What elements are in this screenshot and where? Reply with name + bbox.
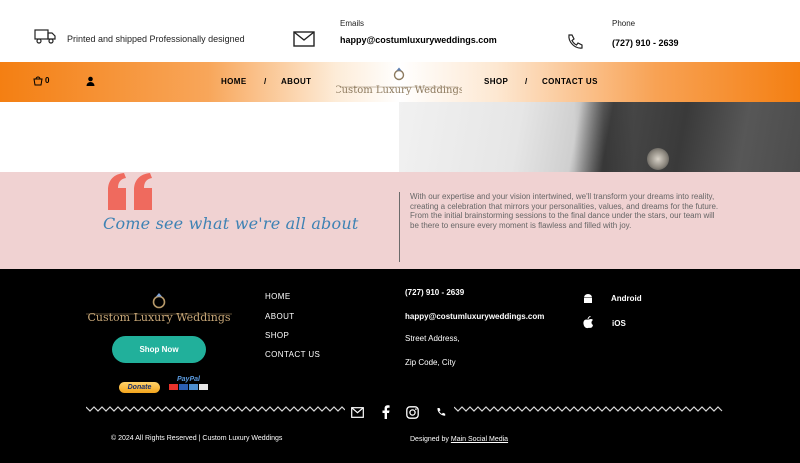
- facebook-icon[interactable]: [382, 405, 390, 419]
- paypal-label: PayPal: [177, 376, 200, 383]
- about-band: Come see what we're all about With our e…: [0, 172, 800, 269]
- designed-by-label: Designed by: [410, 436, 449, 443]
- mastercard-icon: [169, 384, 178, 390]
- hero-image-shade: [574, 102, 634, 172]
- nav-logo-text: Custom Luxury Weddings: [336, 85, 462, 96]
- band-divider: [399, 192, 400, 262]
- quote-icon: [108, 173, 152, 210]
- footer-zip-city: Zip Code, City: [405, 358, 456, 367]
- amex-icon: [189, 384, 198, 390]
- nav-home[interactable]: HOME: [221, 77, 247, 86]
- card-logos: [169, 384, 208, 390]
- nav-logo[interactable]: Custom Luxury Weddings: [336, 66, 462, 98]
- hero-image: [399, 102, 800, 172]
- footer-email[interactable]: happy@costumluxuryweddings.com: [405, 312, 544, 321]
- instagram-icon[interactable]: [406, 406, 419, 419]
- copyright-text: © 2024 All Rights Reserved | Custom Luxu…: [111, 435, 283, 442]
- android-icon[interactable]: [582, 293, 594, 305]
- tagline: Printed and shipped Professionally desig…: [67, 34, 245, 44]
- designer-credit: Designed by Main Social Media: [410, 436, 508, 443]
- phone-link[interactable]: (727) 910 - 2639: [612, 38, 679, 48]
- envelope-icon[interactable]: [351, 407, 364, 418]
- footer-phone[interactable]: (727) 910 - 2639: [405, 288, 464, 297]
- footer-address: Street Address,: [405, 334, 460, 343]
- nav-separator: /: [264, 77, 267, 86]
- ios-link[interactable]: iOS: [612, 319, 626, 328]
- footer-link-home[interactable]: HOME: [265, 292, 291, 301]
- footer: Custom Luxury Weddings Shop Now Donate P…: [0, 269, 800, 463]
- android-link[interactable]: Android: [611, 294, 642, 303]
- footer-logo[interactable]: Custom Luxury Weddings: [84, 290, 234, 326]
- mail-icon: [293, 31, 315, 47]
- user-icon[interactable]: [86, 76, 95, 86]
- email-link[interactable]: happy@costumluxuryweddings.com: [340, 35, 497, 45]
- cart-icon[interactable]: [33, 76, 43, 86]
- footer-link-about[interactable]: ABOUT: [265, 312, 295, 321]
- nav-shop[interactable]: SHOP: [484, 77, 508, 86]
- phone-icon: [568, 34, 583, 49]
- nav-contact-us[interactable]: CONTACT US: [542, 77, 598, 86]
- footer-logo-text: Custom Luxury Weddings: [87, 311, 230, 324]
- hero-section: [0, 102, 800, 172]
- discover-icon: [199, 384, 208, 390]
- band-heading: Come see what we're all about: [103, 214, 359, 233]
- apple-icon[interactable]: [582, 316, 594, 329]
- donate-button[interactable]: Donate: [119, 382, 160, 393]
- phone-small-icon[interactable]: [436, 407, 446, 417]
- footer-link-shop[interactable]: SHOP: [265, 331, 289, 340]
- emails-label: Emails: [340, 19, 365, 28]
- page: Printed and shipped Professionally desig…: [0, 0, 800, 463]
- phone-label: Phone: [612, 19, 636, 28]
- main-nav: 0 HOME / ABOUT Custom Luxury Weddings SH…: [0, 62, 800, 102]
- footer-link-contact-us[interactable]: CONTACT US: [265, 350, 320, 359]
- nav-about[interactable]: ABOUT: [281, 77, 311, 86]
- nav-separator: /: [525, 77, 528, 86]
- visa-icon: [179, 384, 188, 390]
- top-info-bar: Printed and shipped Professionally desig…: [0, 0, 800, 62]
- designer-link[interactable]: Main Social Media: [451, 436, 508, 443]
- shop-now-button[interactable]: Shop Now: [112, 336, 206, 363]
- zigzag-divider-right: [454, 406, 723, 412]
- truck-icon: [34, 29, 56, 44]
- cart-count: 0: [45, 76, 50, 85]
- hero-image-detail: [647, 148, 669, 170]
- zigzag-divider-left: [86, 406, 345, 412]
- band-text: With our expertise and your vision inter…: [410, 192, 719, 230]
